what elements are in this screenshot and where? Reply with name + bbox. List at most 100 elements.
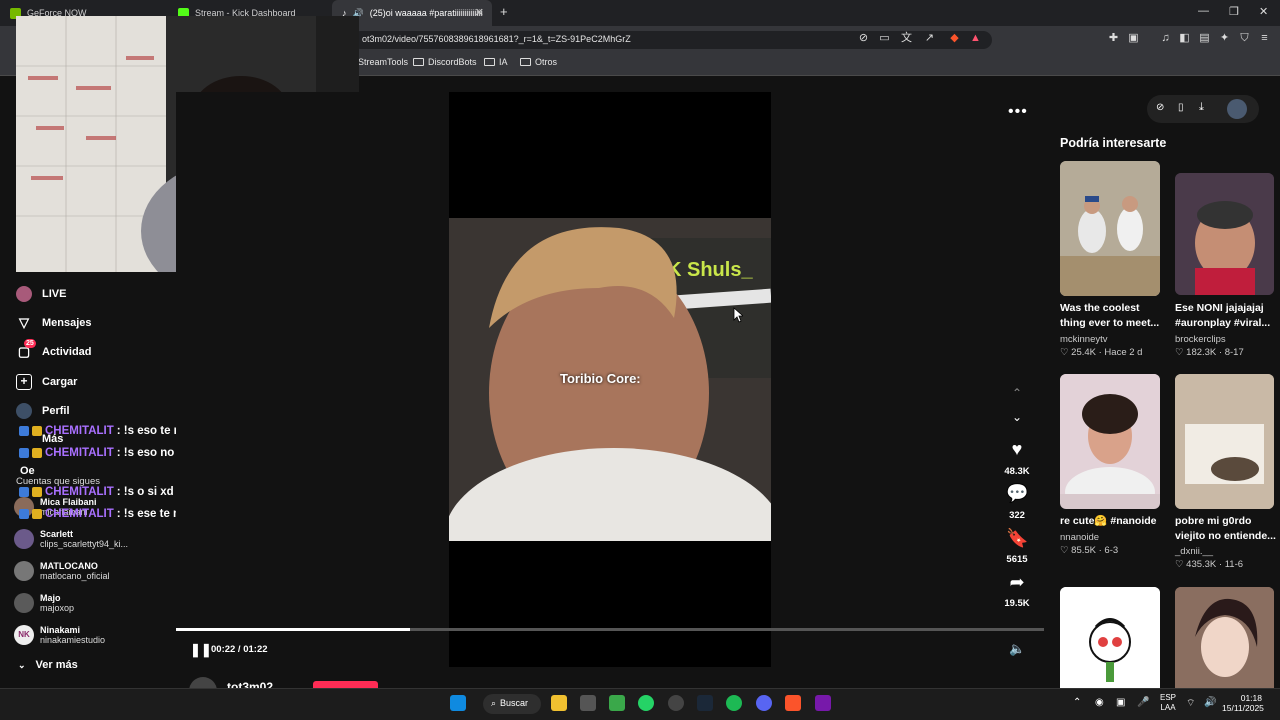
recommended-thumbnail[interactable] <box>1060 161 1160 296</box>
recommended-user[interactable]: mckinneytv <box>1060 334 1108 345</box>
recommended-user[interactable]: brockerclips <box>1175 334 1226 345</box>
share-icon[interactable]: ↗ <box>923 32 936 45</box>
recommended-thumbnail[interactable] <box>1060 374 1160 509</box>
bookmark-otros[interactable]: Otros <box>520 57 557 67</box>
search-button[interactable]: ⌕ Buscar <box>483 694 541 714</box>
new-tab-icon[interactable]: + <box>500 4 508 19</box>
whatsapp-icon[interactable] <box>638 695 654 711</box>
bookmark-streamtools[interactable]: StreamTools <box>358 57 408 67</box>
sidebar-item-label: Mensajes <box>42 317 92 329</box>
see-more-button[interactable]: ⌄ Ver más <box>18 659 78 671</box>
following-item[interactable]: MATLOCANO matlocano_oficial <box>14 561 110 581</box>
following-item[interactable]: Majo majoxop <box>14 593 74 613</box>
chevron-down-icon[interactable]: ⌄ <box>1006 410 1028 430</box>
translate-icon[interactable]: 文 <box>900 32 913 45</box>
thumb-image <box>1060 161 1160 296</box>
discord-icon[interactable] <box>756 695 772 711</box>
music-icon[interactable]: ♫ <box>1159 32 1172 45</box>
close-tab-icon[interactable]: ✕ <box>475 6 484 19</box>
sidebar-toggle-icon[interactable]: ◧ <box>1178 32 1191 45</box>
following-item[interactable]: Scarlett clips_scarlettyt94_ki... <box>14 529 128 549</box>
brave-icon[interactable] <box>785 695 801 711</box>
wifi-icon[interactable]: ⌔ <box>1186 697 1195 710</box>
bookmark-icon[interactable]: 🔖 <box>1006 528 1028 548</box>
menu-icon[interactable]: ≡ <box>1258 32 1271 45</box>
brave-rewards-icon[interactable]: ▲ <box>969 32 982 45</box>
bookmark-label: Otros <box>535 57 558 67</box>
chevron-up-icon[interactable]: ⌃ <box>1006 386 1028 406</box>
search-label: Buscar <box>500 698 529 708</box>
recommended-thumbnail[interactable] <box>1175 374 1274 509</box>
folder-icon <box>484 58 495 66</box>
recommended-user[interactable]: nnanoide <box>1060 532 1099 543</box>
address-bar[interactable]: ot3m02/video/7557608389618961681?_r=1&_t… <box>352 31 992 49</box>
heart-icon[interactable]: ♥ <box>1006 439 1028 459</box>
sidebar-item-live[interactable]: LIVE <box>16 286 66 302</box>
microphone-icon[interactable]: 🎤 <box>1137 697 1149 708</box>
device-icon[interactable]: ▯ <box>1178 102 1184 113</box>
restore-icon[interactable]: ❐ <box>1229 5 1239 18</box>
recommended-caption[interactable]: Ese NONI jajajajaj #auronplay #viral... <box>1175 301 1280 331</box>
following-item[interactable]: NK Ninakami ninakamiestudio <box>14 625 105 645</box>
recommended-caption[interactable]: Was the coolest thing ever to meet... <box>1060 301 1165 331</box>
tray-app-icon[interactable]: ▣ <box>1116 697 1125 708</box>
recommended-thumbnail[interactable] <box>1060 587 1160 688</box>
sidebar-item-messages[interactable]: ▽ Mensajes <box>16 315 92 331</box>
brave-shield-icon[interactable]: ◆ <box>948 32 961 45</box>
more-options-icon[interactable]: ••• <box>1008 103 1028 121</box>
recommended-title: Podría interesarte <box>1060 136 1167 150</box>
wallet-icon[interactable]: ▤ <box>1198 32 1211 45</box>
profile-avatar-icon <box>16 403 32 419</box>
bookmark-ia[interactable]: IA <box>484 57 508 67</box>
minimize-icon[interactable]: — <box>1198 5 1209 17</box>
mouse-cursor-icon <box>733 307 743 323</box>
recommended-user[interactable]: _dxnii.__ <box>1175 546 1213 557</box>
geforce-now-icon[interactable] <box>609 695 625 711</box>
screenshot-icon[interactable]: ▣ <box>1127 32 1140 45</box>
recommended-thumbnail[interactable] <box>1175 587 1274 688</box>
recommended-caption[interactable]: re cute🤗 #nanoide <box>1060 514 1165 529</box>
download-icon[interactable]: ⤓ <box>1199 101 1204 114</box>
extensions-icon[interactable]: ✚ <box>1107 32 1120 45</box>
recommended-caption[interactable]: pobre mi g0rdo viejito no entiende... <box>1175 514 1280 544</box>
chat-message: CHEMITALIT: !s o si xd <box>19 486 174 498</box>
tab-label: (25)oi waaaaa #paratiiiiiiiiiiiiii <box>369 8 483 18</box>
chrome-icon[interactable] <box>668 695 684 711</box>
spotify-icon[interactable] <box>726 695 742 711</box>
chevron-up-icon[interactable]: ⌃ <box>1073 697 1081 708</box>
onenote-icon[interactable] <box>815 695 831 711</box>
comment-icon[interactable]: 💬 <box>1006 483 1028 503</box>
file-explorer-icon[interactable] <box>551 695 567 711</box>
sidebar-item-upload[interactable]: + Cargar <box>16 374 77 390</box>
volume-tray-icon[interactable]: 🔊 <box>1204 697 1216 708</box>
app-icon[interactable] <box>580 695 596 711</box>
see-more-label: Ver más <box>35 659 78 671</box>
sidebar-item-label: Perfil <box>42 405 70 417</box>
tray-icon[interactable]: ◉ <box>1095 697 1104 708</box>
recommended-thumbnail[interactable] <box>1175 173 1274 295</box>
thumb-image <box>1175 587 1274 688</box>
bookmark-discordbots[interactable]: DiscordBots <box>413 57 477 67</box>
svg-text:K Shuls_: K Shuls_ <box>667 259 753 281</box>
steam-icon[interactable] <box>697 695 713 711</box>
thumb-image <box>1060 587 1160 688</box>
language-indicator[interactable]: ESP LAA <box>1160 693 1176 713</box>
shares-count: 19.5K <box>1004 598 1030 609</box>
sidebar-item-activity[interactable]: ▢ 25 Actividad <box>16 339 92 360</box>
vpn-icon[interactable]: ⛉ <box>1238 32 1251 45</box>
user-avatar[interactable] <box>1227 99 1247 119</box>
cast-icon[interactable]: ▭ <box>878 32 891 45</box>
sidebar-item-profile[interactable]: Perfil <box>16 403 70 419</box>
share-arrow-icon[interactable]: ➦ <box>1006 572 1028 592</box>
mute-site-icon[interactable]: ⊘ <box>857 32 870 45</box>
volume-icon[interactable]: 🔈 <box>1009 641 1025 657</box>
leo-icon[interactable]: ✦ <box>1218 32 1231 45</box>
pause-icon[interactable]: ❚❚ <box>190 642 212 658</box>
close-window-icon[interactable]: ✕ <box>1259 5 1268 18</box>
clock[interactable]: 01:18 15/11/2025 <box>1222 693 1264 713</box>
recommended-stats: ♡ 85.5K · 6-3 <box>1060 545 1119 556</box>
compass-icon[interactable]: ⊘ <box>1156 102 1164 113</box>
comments-count: 322 <box>1009 510 1025 521</box>
windows-start-icon[interactable] <box>450 695 466 711</box>
chat-username: CHEMITALIT <box>45 447 114 459</box>
